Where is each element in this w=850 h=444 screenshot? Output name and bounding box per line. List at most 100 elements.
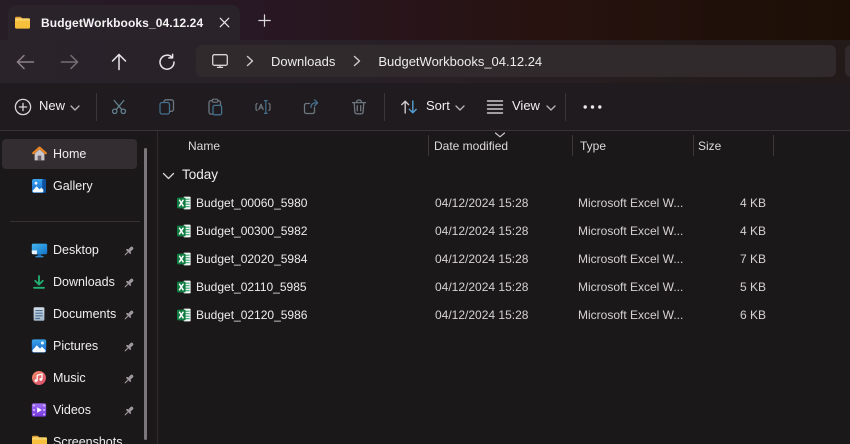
share-button[interactable] bbox=[302, 98, 320, 116]
file-type: Microsoft Excel W... bbox=[578, 196, 683, 210]
breadcrumb-chevron-icon bbox=[246, 55, 254, 67]
sidebar-item-label: Downloads bbox=[53, 275, 115, 289]
new-button-label: New bbox=[39, 98, 65, 113]
new-tab-button[interactable] bbox=[252, 9, 276, 32]
column-header-size[interactable]: Size bbox=[698, 139, 721, 153]
chevron-down-icon bbox=[546, 105, 556, 111]
pin-icon bbox=[121, 307, 137, 323]
close-icon bbox=[219, 17, 230, 28]
refresh-button[interactable] bbox=[154, 52, 180, 72]
file-size: 6 KB bbox=[698, 308, 766, 322]
sidebar-item-label: Documents bbox=[53, 307, 116, 321]
file-size: 5 KB bbox=[698, 280, 766, 294]
breadcrumb-chevron-icon bbox=[353, 55, 361, 67]
file-row[interactable]: Budget_02110_5985 04/12/2024 15:28 Micro… bbox=[158, 273, 850, 301]
group-header-today[interactable]: Today bbox=[158, 163, 850, 189]
column-separator[interactable] bbox=[773, 135, 774, 156]
breadcrumb-downloads[interactable]: Downloads bbox=[271, 54, 335, 69]
file-row[interactable]: Budget_00060_5980 04/12/2024 15:28 Micro… bbox=[158, 189, 850, 217]
address-bar[interactable]: Downloads BudgetWorkbooks_04.12.24 bbox=[196, 45, 836, 77]
breadcrumb-current-folder[interactable]: BudgetWorkbooks_04.12.24 bbox=[378, 54, 542, 69]
sidebar-item-desktop[interactable]: Desktop bbox=[2, 235, 137, 265]
excel-file-icon bbox=[176, 195, 192, 211]
delete-button[interactable] bbox=[350, 98, 368, 116]
view-icon bbox=[486, 99, 504, 115]
file-name: Budget_02110_5985 bbox=[196, 280, 307, 294]
sidebar-divider bbox=[10, 221, 140, 222]
pin-icon bbox=[121, 339, 137, 355]
back-button[interactable] bbox=[12, 52, 38, 72]
sort-direction-icon bbox=[494, 132, 506, 138]
forward-arrow-icon bbox=[60, 54, 79, 70]
cut-button[interactable] bbox=[110, 98, 128, 116]
sidebar-item-pictures[interactable]: Pictures bbox=[2, 331, 137, 361]
file-size: 4 KB bbox=[698, 224, 766, 238]
rename-button[interactable] bbox=[254, 98, 272, 116]
sidebar-item-gallery[interactable]: Gallery bbox=[2, 171, 137, 201]
file-name: Budget_02020_5984 bbox=[196, 252, 307, 266]
group-collapse-chevron-icon[interactable] bbox=[162, 172, 175, 180]
explorer-tab[interactable]: BudgetWorkbooks_04.12.24 bbox=[8, 5, 240, 40]
sidebar-scrollbar[interactable] bbox=[144, 148, 147, 440]
sidebar-item-home[interactable]: Home bbox=[2, 139, 137, 169]
plus-icon bbox=[258, 14, 271, 27]
copy-button[interactable] bbox=[158, 98, 176, 116]
up-button[interactable] bbox=[106, 52, 132, 72]
navigation-pane: Home Gallery bbox=[0, 131, 158, 444]
videos-icon bbox=[31, 402, 47, 418]
file-row[interactable]: Budget_02120_5986 04/12/2024 15:28 Micro… bbox=[158, 301, 850, 329]
column-separator[interactable] bbox=[572, 135, 573, 156]
chevron-down-icon bbox=[455, 105, 465, 111]
sidebar-item-screenshots[interactable]: Screenshots bbox=[2, 427, 137, 444]
music-icon bbox=[31, 370, 47, 386]
sidebar-item-videos[interactable]: Videos bbox=[2, 395, 137, 425]
sidebar-item-label: Music bbox=[53, 371, 86, 385]
column-header-date-modified[interactable]: Date modified bbox=[434, 139, 508, 153]
toolbar-divider bbox=[96, 93, 97, 121]
search-box[interactable] bbox=[845, 45, 850, 77]
gallery-icon bbox=[31, 178, 47, 194]
file-row[interactable]: Budget_00300_5982 04/12/2024 15:28 Micro… bbox=[158, 217, 850, 245]
toolbar-divider bbox=[565, 93, 566, 121]
column-header-type[interactable]: Type bbox=[580, 139, 606, 153]
paste-button[interactable] bbox=[206, 98, 224, 116]
view-button-label: View bbox=[512, 98, 540, 113]
pin-icon bbox=[121, 275, 137, 291]
sort-icon bbox=[400, 98, 418, 116]
sidebar-item-label: Desktop bbox=[53, 243, 99, 257]
sidebar-item-label: Home bbox=[53, 147, 86, 161]
sidebar-item-music[interactable]: Music bbox=[2, 363, 137, 393]
tab-strip: BudgetWorkbooks_04.12.24 bbox=[0, 0, 850, 40]
group-header-label: Today bbox=[182, 167, 218, 182]
excel-file-icon bbox=[176, 223, 192, 239]
desktop-icon bbox=[31, 242, 48, 258]
home-icon bbox=[31, 146, 48, 162]
file-row[interactable]: Budget_02020_5984 04/12/2024 15:28 Micro… bbox=[158, 245, 850, 273]
file-type: Microsoft Excel W... bbox=[578, 280, 683, 294]
file-name: Budget_00060_5980 bbox=[196, 196, 307, 210]
column-header-name[interactable]: Name bbox=[188, 139, 220, 153]
command-bar: New bbox=[0, 83, 850, 131]
file-type: Microsoft Excel W... bbox=[578, 224, 683, 238]
column-separator[interactable] bbox=[693, 135, 694, 156]
sidebar-item-documents[interactable]: Documents bbox=[2, 299, 137, 329]
sidebar-item-downloads[interactable]: Downloads bbox=[2, 267, 137, 297]
column-separator[interactable] bbox=[428, 135, 429, 156]
refresh-icon bbox=[158, 53, 176, 71]
pin-icon bbox=[121, 243, 137, 259]
file-name: Budget_00300_5982 bbox=[196, 224, 307, 238]
file-list: Name Date modified Type Size Today bbox=[158, 131, 850, 444]
file-type: Microsoft Excel W... bbox=[578, 308, 683, 322]
back-arrow-icon bbox=[16, 54, 35, 70]
folder-icon bbox=[14, 15, 31, 30]
excel-file-icon bbox=[176, 251, 192, 267]
more-options-button[interactable] bbox=[582, 103, 603, 111]
file-size: 4 KB bbox=[698, 196, 766, 210]
sidebar-item-label: Videos bbox=[53, 403, 91, 417]
file-date-modified: 04/12/2024 15:28 bbox=[435, 224, 528, 238]
tab-close-button[interactable] bbox=[213, 12, 235, 33]
file-date-modified: 04/12/2024 15:28 bbox=[435, 252, 528, 266]
forward-button[interactable] bbox=[56, 52, 82, 72]
new-plus-circle-icon bbox=[14, 98, 32, 116]
file-explorer-window: BudgetWorkbooks_04.12.24 bbox=[0, 0, 850, 444]
